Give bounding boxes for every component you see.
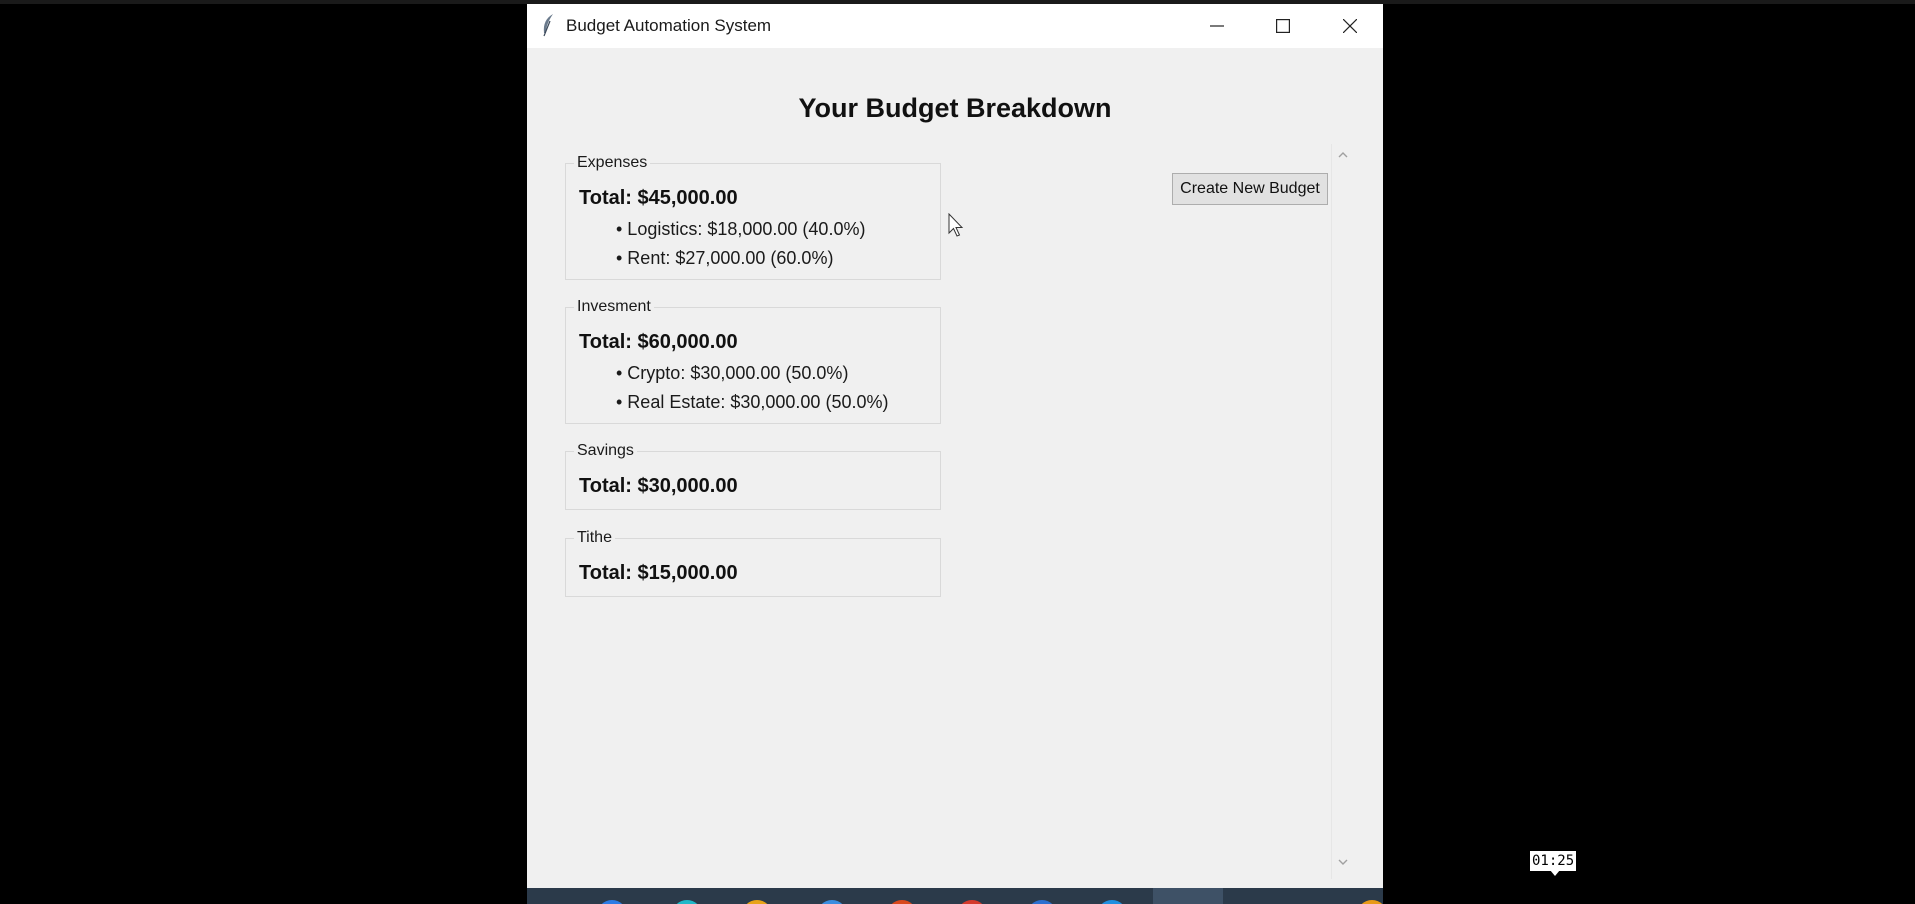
close-button[interactable] bbox=[1317, 4, 1383, 48]
timestamp-pointer bbox=[1550, 870, 1560, 876]
close-icon bbox=[1343, 19, 1357, 33]
taskbar-app-icon[interactable] bbox=[597, 900, 627, 904]
category-total: Total: $45,000.00 bbox=[579, 187, 738, 209]
taskbar-app-icon[interactable] bbox=[1357, 900, 1383, 904]
taskbar-app-icon[interactable] bbox=[887, 900, 917, 904]
vertical-scrollbar[interactable] bbox=[1331, 144, 1354, 879]
taskbar-app-icon[interactable] bbox=[1097, 900, 1127, 904]
category-label: Invesment bbox=[574, 298, 654, 316]
category-total: Total: $30,000.00 bbox=[579, 475, 738, 497]
taskbar-strip bbox=[527, 888, 1383, 904]
taskbar-app-icon[interactable] bbox=[817, 900, 847, 904]
taskbar-active-item[interactable] bbox=[1153, 888, 1223, 904]
app-window: Budget Automation System Your Budget Bre… bbox=[527, 4, 1383, 904]
mouse-cursor-icon bbox=[948, 213, 964, 237]
taskbar-app-icon[interactable] bbox=[1027, 900, 1057, 904]
category-group-investment: Invesment Total: $60,000.00 • Crypto: $3… bbox=[565, 298, 941, 424]
category-total: Total: $60,000.00 bbox=[579, 331, 738, 353]
category-label: Expenses bbox=[574, 154, 651, 172]
maximize-icon bbox=[1276, 19, 1290, 33]
category-label: Tithe bbox=[574, 529, 615, 547]
minimize-button[interactable] bbox=[1184, 4, 1250, 48]
video-timestamp: 01:25 bbox=[1530, 851, 1577, 871]
category-label: Savings bbox=[574, 442, 637, 460]
category-group-tithe: Tithe Total: $15,000.00 bbox=[565, 529, 941, 597]
create-new-budget-button[interactable]: Create New Budget bbox=[1172, 173, 1328, 205]
category-item: • Crypto: $30,000.00 (50.0%) bbox=[616, 363, 849, 383]
minimize-icon bbox=[1210, 25, 1224, 27]
scroll-down-icon[interactable] bbox=[1336, 855, 1350, 869]
feather-icon bbox=[541, 13, 555, 37]
title-bar[interactable]: Budget Automation System bbox=[527, 4, 1383, 48]
taskbar-app-icon[interactable] bbox=[957, 900, 987, 904]
maximize-button[interactable] bbox=[1250, 4, 1316, 48]
category-item: • Rent: $27,000.00 (60.0%) bbox=[616, 248, 834, 268]
taskbar-app-icon[interactable] bbox=[742, 900, 772, 904]
page-title: Your Budget Breakdown bbox=[798, 93, 1112, 123]
category-total: Total: $15,000.00 bbox=[579, 562, 738, 584]
window-title: Budget Automation System bbox=[566, 16, 772, 35]
category-item: • Real Estate: $30,000.00 (50.0%) bbox=[616, 392, 889, 412]
scroll-up-icon[interactable] bbox=[1336, 148, 1350, 162]
taskbar-app-icon[interactable] bbox=[672, 900, 702, 904]
category-group-expenses: Expenses Total: $45,000.00 • Logistics: … bbox=[565, 154, 941, 280]
category-group-savings: Savings Total: $30,000.00 bbox=[565, 442, 941, 510]
category-item: • Logistics: $18,000.00 (40.0%) bbox=[616, 219, 866, 239]
